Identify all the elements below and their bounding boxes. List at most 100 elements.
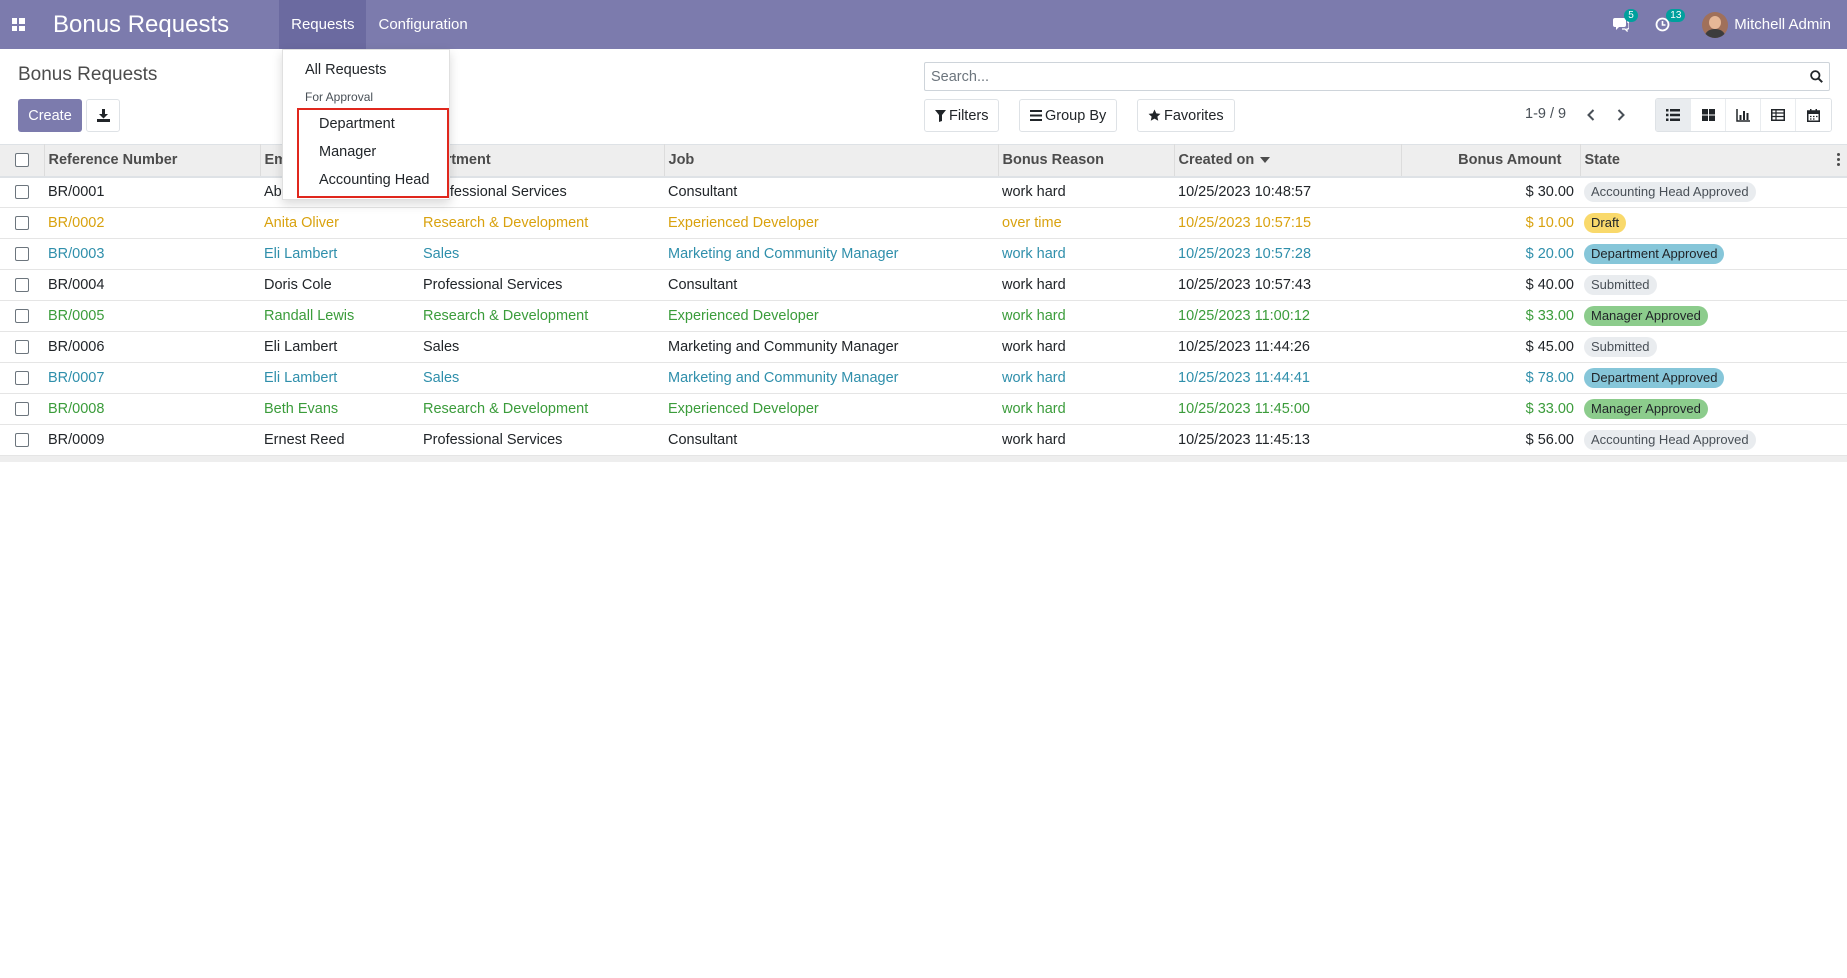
cell-reference-number: BR/0007	[48, 370, 105, 386]
header-bonus-reason[interactable]: Bonus Reason	[998, 144, 1175, 177]
view-switcher	[1655, 98, 1832, 132]
menu-configuration[interactable]: Configuration	[366, 0, 479, 49]
header-department[interactable]: artment	[419, 144, 665, 177]
row-checkbox[interactable]	[0, 177, 44, 208]
group-by-button[interactable]: Group By	[1019, 99, 1118, 132]
cell-employee: Eli Lambert	[264, 370, 338, 386]
cell-created-on: 10/25/2023 10:48:57	[1178, 184, 1312, 201]
user-name: Mitchell Admin	[1734, 16, 1831, 33]
export-button[interactable]	[86, 99, 120, 132]
table-row[interactable]: BR/0006 Eli Lambert Sales Marketing and Com…	[0, 332, 1847, 363]
activity-count-badge: 13	[1666, 9, 1686, 22]
table-icon	[1771, 109, 1785, 121]
breadcrumb: Bonus Requests	[18, 64, 158, 85]
table-row[interactable]: BR/0008 Beth Evans Research & Development E…	[0, 394, 1847, 425]
cell-reference-number: BR/0004	[48, 277, 105, 293]
cell-bonus-amount: $ 20.00	[1525, 246, 1574, 262]
menu-section-for-approval: For Approval	[305, 90, 374, 104]
pager-previous-button[interactable]	[1581, 104, 1601, 126]
row-checkbox[interactable]	[0, 270, 44, 301]
main-menu: Requests Configuration	[279, 0, 480, 49]
list-view-icon	[1666, 109, 1680, 121]
row-checkbox[interactable]	[0, 363, 44, 394]
cell-job: Marketing and Community Manager	[668, 370, 899, 386]
table-row[interactable]: BR/0002 Anita Oliver Research & Developmen…	[0, 208, 1847, 239]
kanban-view-button[interactable]	[1691, 99, 1726, 131]
filters-label: Filters	[949, 107, 989, 124]
table-row[interactable]: BR/0004 Doris Cole Professional Services Co…	[0, 270, 1847, 301]
messages-icon[interactable]: 5	[1613, 9, 1638, 32]
app-title[interactable]: Bonus Requests	[53, 11, 229, 39]
header-created-on[interactable]: Created on	[1174, 144, 1402, 177]
cell-bonus-reason: work hard	[1002, 339, 1066, 355]
top-navbar: Bonus Requests Requests Configuration 5 …	[0, 0, 1847, 49]
list-view-button[interactable]	[1656, 99, 1691, 131]
favorites-label: Favorites	[1164, 107, 1224, 124]
select-all-checkbox[interactable]	[0, 144, 45, 177]
apps-menu-icon[interactable]	[0, 0, 36, 49]
table-header-row: Reference Number Em artment Job Bonus Re…	[0, 144, 1847, 177]
menu-item-department[interactable]: Department	[319, 116, 395, 132]
cell-bonus-reason: work hard	[1002, 277, 1066, 293]
cell-reference-number: BR/0008	[48, 401, 105, 417]
cell-reference-number: BR/0006	[48, 339, 105, 355]
search-input[interactable]	[925, 63, 1803, 90]
cell-job: Experienced Developer	[668, 215, 819, 231]
pager-next-button[interactable]	[1611, 104, 1631, 126]
cell-employee: Anita Oliver	[264, 215, 339, 231]
cell-bonus-reason: work hard	[1002, 184, 1066, 201]
header-state[interactable]: State	[1580, 145, 1847, 177]
pager-value[interactable]: 1-9 / 9	[1525, 106, 1566, 122]
graph-view-button[interactable]	[1726, 99, 1761, 131]
table-row[interactable]: BR/0001 Ab rofessional Services Consultant w…	[0, 177, 1847, 208]
favorites-button[interactable]: Favorites	[1137, 99, 1235, 132]
cell-department: Research & Development	[423, 308, 589, 324]
search-icon[interactable]	[1803, 70, 1829, 83]
cell-reference-number: BR/0002	[48, 215, 105, 231]
header-job[interactable]: Job	[664, 144, 999, 177]
sort-desc-icon	[1260, 157, 1271, 164]
cell-bonus-reason: work hard	[1002, 370, 1066, 386]
table-row[interactable]: BR/0007 Eli Lambert Sales Marketing and Com…	[0, 363, 1847, 394]
cell-department: Research & Development	[423, 215, 589, 231]
cell-bonus-reason: over time	[1002, 215, 1062, 231]
group-by-label: Group By	[1045, 107, 1107, 124]
row-checkbox[interactable]	[0, 425, 44, 456]
menu-item-all-requests[interactable]: All Requests	[305, 62, 386, 78]
row-checkbox[interactable]	[0, 208, 44, 239]
menu-item-accounting-head[interactable]: Accounting Head	[319, 172, 429, 188]
menu-requests[interactable]: Requests	[279, 0, 367, 49]
status-badge: Department Approved	[1584, 368, 1725, 388]
cell-employee: Randall Lewis	[264, 308, 355, 324]
cell-bonus-reason: work hard	[1002, 246, 1066, 262]
activity-clock-icon[interactable]: 13	[1655, 9, 1686, 32]
row-checkbox[interactable]	[0, 239, 44, 270]
status-badge: Department Approved	[1584, 244, 1725, 264]
pivot-view-button[interactable]	[1761, 99, 1796, 131]
calendar-view-button[interactable]	[1796, 99, 1831, 131]
user-avatar	[1702, 11, 1729, 38]
row-checkbox[interactable]	[0, 394, 44, 425]
header-bonus-amount[interactable]: Bonus Amount	[1401, 144, 1581, 177]
menu-item-manager[interactable]: Manager	[319, 144, 376, 160]
cell-created-on: 10/25/2023 11:00:12	[1178, 308, 1310, 324]
user-menu[interactable]: Mitchell Admin	[1702, 11, 1831, 38]
row-checkbox[interactable]	[0, 332, 44, 363]
systray: 5 13 Mitchell Admin	[1613, 0, 1847, 49]
filters-button[interactable]: Filters	[924, 99, 1000, 132]
create-button[interactable]: Create	[18, 99, 82, 132]
cell-reference-number: BR/0003	[48, 246, 105, 262]
cell-state: Accounting Head Approved	[1580, 177, 1847, 208]
table-row[interactable]: BR/0009 Ernest Reed Professional Services C…	[0, 425, 1847, 456]
table-row[interactable]: BR/0005 Randall Lewis Research & Developme…	[0, 301, 1847, 332]
cell-reference-number: BR/0001	[48, 184, 105, 201]
requests-dropdown-menu: All Requests For Approval Department Man…	[282, 49, 450, 200]
cell-bonus-amount: $ 33.00	[1525, 401, 1574, 417]
column-options-icon[interactable]	[1837, 153, 1841, 168]
cell-bonus-amount: $ 40.00	[1525, 277, 1574, 293]
header-reference-number[interactable]: Reference Number	[44, 144, 261, 177]
row-checkbox[interactable]	[0, 301, 44, 332]
cell-state: Draft	[1580, 208, 1847, 239]
cell-department: Research & Development	[423, 401, 589, 417]
table-row[interactable]: BR/0003 Eli Lambert Sales Marketing and Com…	[0, 239, 1847, 270]
